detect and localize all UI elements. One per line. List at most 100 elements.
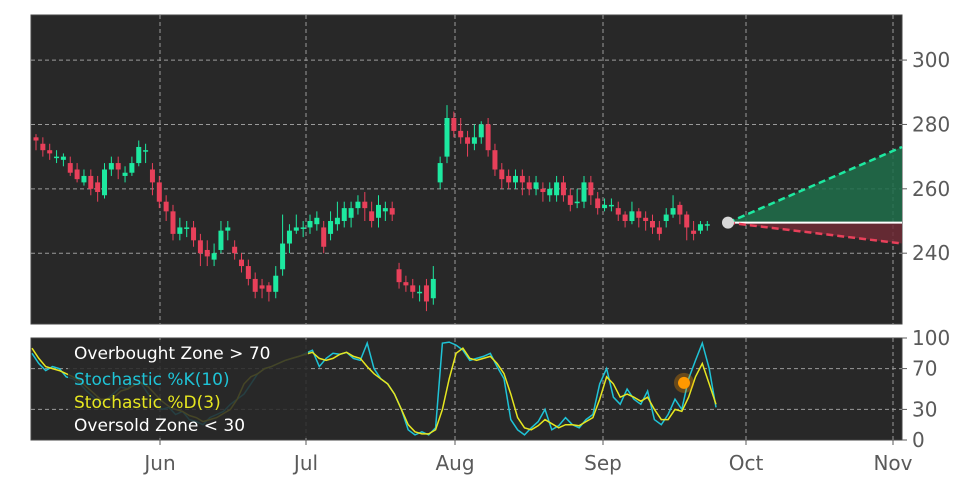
candle-body — [519, 175, 525, 183]
candle-body — [650, 221, 655, 228]
price-y-axis: 240 260 280 300 — [902, 48, 950, 265]
candle-body — [293, 227, 299, 231]
candle-body — [149, 169, 155, 183]
candle-body — [615, 208, 621, 215]
candle-body — [451, 118, 457, 131]
legend-oversold: Oversold Zone < 30 — [74, 416, 245, 436]
price-ytick-label: 280 — [912, 112, 950, 136]
candle-body — [684, 214, 690, 228]
candle-body — [307, 221, 313, 228]
candle-body — [608, 204, 614, 207]
candle-body — [170, 211, 176, 234]
candle-body — [574, 201, 580, 204]
candle-body — [697, 224, 703, 231]
oscillator-ytick-label: 70 — [912, 357, 937, 381]
candle-body — [410, 285, 416, 292]
oscillator-ytick-label: 30 — [912, 397, 937, 421]
candle-body — [54, 156, 60, 159]
candle-body — [499, 169, 505, 180]
candle-body — [355, 201, 361, 209]
legend-stochastic-d: Stochastic %D(3) — [74, 393, 221, 413]
x-axis: Jun Jul Aug Sep Oct Nov — [142, 440, 913, 475]
x-tick-label: Jun — [142, 451, 175, 475]
candle-body — [108, 163, 114, 170]
candle-body — [567, 195, 573, 205]
candle-body — [239, 259, 244, 267]
candle-body — [314, 217, 320, 225]
candle-body — [259, 285, 265, 289]
candle-body — [670, 208, 676, 215]
price-ytick-label: 240 — [912, 241, 950, 265]
legend-stochastic-k: Stochastic %K(10) — [74, 370, 230, 390]
candle-body — [211, 253, 217, 260]
last-price-marker — [722, 216, 734, 229]
candle-body — [588, 182, 594, 196]
candle-body — [581, 182, 587, 202]
candle-body — [643, 217, 649, 221]
candle-body — [191, 227, 197, 241]
candle-body — [204, 249, 210, 257]
candle-body — [471, 137, 477, 144]
candle-body — [321, 227, 327, 247]
candle-body — [629, 211, 635, 221]
candle-body — [115, 163, 121, 170]
candle-body — [47, 150, 53, 154]
price-panel-background — [30, 14, 903, 325]
candle-body — [348, 208, 354, 218]
candle-body — [273, 275, 279, 292]
candle-body — [417, 291, 423, 294]
candle-body — [102, 169, 107, 196]
candle-body — [677, 204, 683, 215]
candle-body — [225, 227, 231, 231]
candle-body — [656, 227, 662, 234]
legend-overbought: Overbought Zone > 70 — [74, 344, 270, 364]
candle-body — [540, 188, 546, 193]
candle-body — [95, 182, 101, 193]
candle-body — [334, 217, 340, 225]
candle-body — [560, 182, 566, 196]
x-tick-label: Sep — [584, 451, 622, 475]
candle-body — [423, 285, 429, 302]
candle-body — [67, 163, 73, 173]
candle-body — [232, 246, 238, 254]
candle-body — [81, 175, 87, 183]
candle-body — [478, 124, 484, 138]
price-ytick-label: 260 — [912, 177, 950, 201]
candle-body — [595, 198, 601, 209]
candle-body — [465, 137, 471, 144]
oscillator-y-axis: 0 30 70 100 — [902, 326, 950, 452]
candle-body — [458, 130, 464, 138]
candle-body — [513, 175, 518, 183]
candle-body — [341, 208, 347, 221]
price-ytick-label: 300 — [912, 48, 950, 72]
candle-body — [403, 282, 409, 286]
candle-body — [663, 214, 669, 221]
candle-body — [163, 201, 169, 212]
candle-body — [533, 182, 539, 189]
candle-body — [197, 240, 203, 254]
candle-body — [280, 243, 286, 270]
candle-body — [382, 208, 388, 212]
candle-body — [184, 227, 190, 229]
candle-body — [88, 175, 94, 189]
candle-body — [300, 227, 306, 229]
candle-body — [143, 150, 149, 152]
candle-body — [602, 204, 608, 209]
candle-body — [218, 230, 224, 250]
candle-body — [554, 182, 560, 196]
x-tick-label: Oct — [729, 451, 764, 475]
candle-body — [156, 182, 162, 202]
candle-body — [122, 172, 128, 176]
candle-body — [430, 278, 436, 299]
candle-body — [444, 118, 450, 157]
candle-body — [177, 227, 183, 234]
x-tick-label: Aug — [435, 451, 474, 475]
candle-body — [252, 278, 258, 292]
candle-body — [266, 285, 272, 292]
candle-body — [547, 188, 553, 196]
candle-body — [245, 266, 251, 279]
candle-body — [33, 137, 39, 141]
candle-body — [636, 211, 642, 218]
candle-body — [60, 156, 66, 160]
x-tick-label: Jul — [292, 451, 318, 475]
